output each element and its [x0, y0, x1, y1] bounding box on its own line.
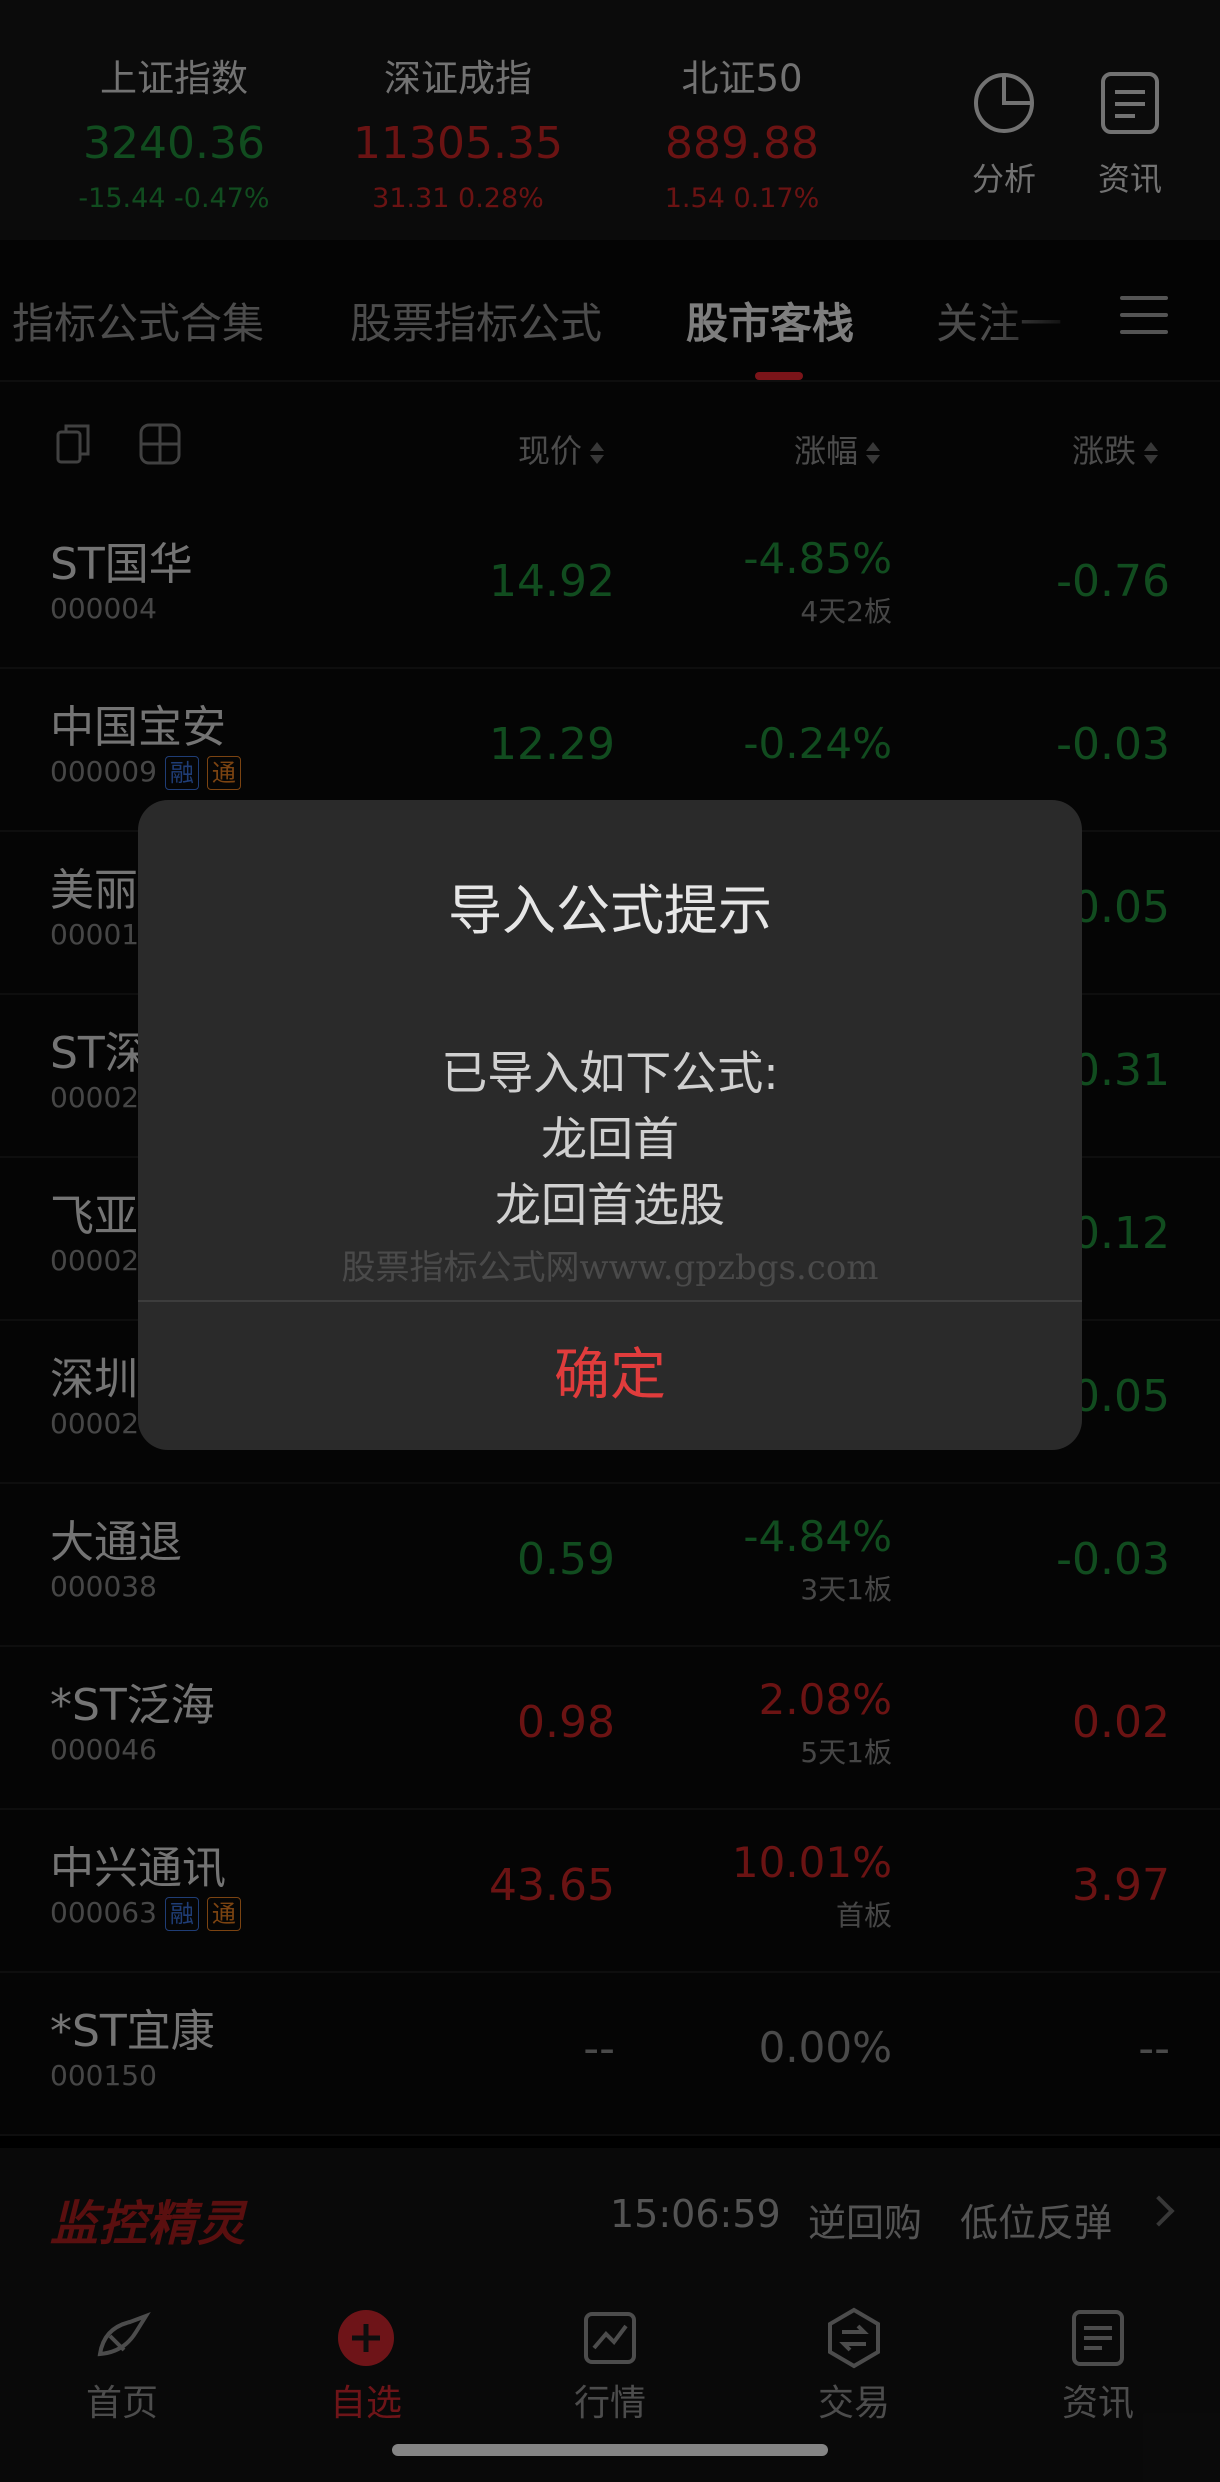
import-formula-dialog: 导入公式提示 已导入如下公式: 龙回首 龙回首选股 股票指标公式网www.gpz… [138, 800, 1082, 1450]
confirm-button[interactable]: 确定 [138, 1302, 1082, 1450]
dialog-message: 已导入如下公式: 龙回首 龙回首选股 [138, 1040, 1082, 1238]
dialog-line-formula-2: 龙回首选股 [495, 1178, 725, 1232]
dialog-title: 导入公式提示 [448, 879, 772, 942]
dialog-line-imported: 已导入如下公式: [441, 1046, 779, 1100]
dialog-line-formula-1: 龙回首 [541, 1112, 679, 1166]
watermark: 股票指标公式网www.gpzbgs.com [341, 1248, 879, 1288]
